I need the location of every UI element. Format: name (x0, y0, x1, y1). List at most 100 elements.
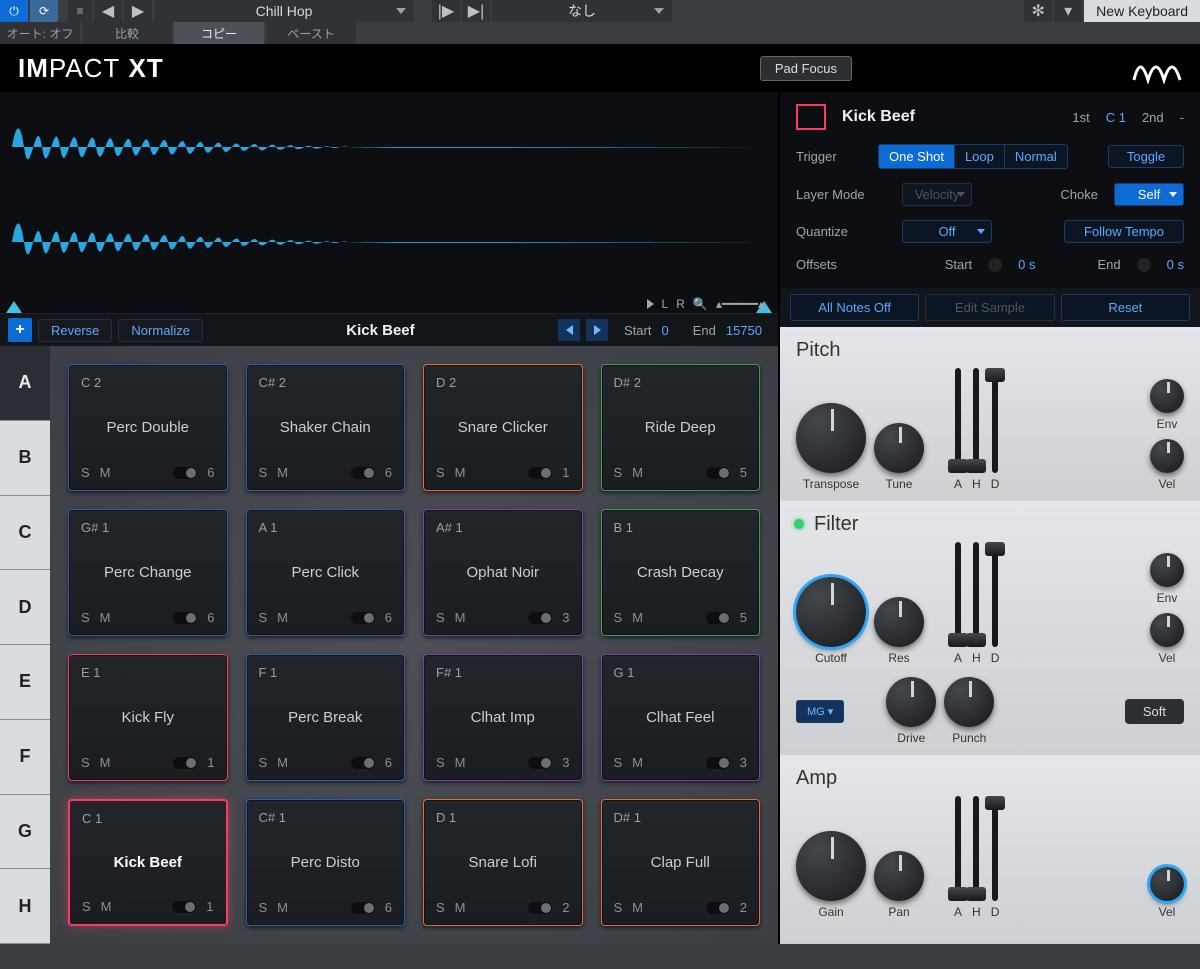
gain-knob[interactable] (796, 831, 866, 901)
bypass-button[interactable]: ⟳ (30, 0, 58, 22)
pad-14[interactable]: D 1Snare LofiSM2 (423, 799, 583, 926)
add-sample-button[interactable]: + (8, 318, 32, 342)
pad-8[interactable]: E 1Kick FlySM1 (68, 654, 228, 781)
trigger-loop[interactable]: Loop (954, 145, 1004, 168)
tab-paste[interactable]: ペースト (266, 22, 356, 44)
pad-solo-button[interactable]: S (614, 900, 623, 915)
pad-mute-button[interactable]: M (632, 755, 643, 770)
pad-toggle[interactable] (706, 757, 730, 769)
preset-name-field[interactable]: Chill Hop (154, 0, 414, 22)
bank-f[interactable]: F (0, 720, 50, 795)
filter-type-dropdown[interactable]: MG ▾ (796, 700, 844, 723)
zoom-icon[interactable]: 🔍 (693, 297, 708, 311)
cutoff-knob[interactable] (796, 577, 866, 647)
prev-preset-icon[interactable]: ◀ (94, 0, 122, 22)
pad-toggle[interactable] (172, 901, 196, 913)
pad-solo-button[interactable]: S (614, 465, 623, 480)
first-note-value[interactable]: C 1 (1106, 110, 1126, 125)
bank-h[interactable]: H (0, 869, 50, 944)
pad-output[interactable]: 6 (385, 755, 392, 770)
pad-solo-button[interactable]: S (259, 755, 268, 770)
skip-start-icon[interactable]: |▶ (432, 0, 460, 22)
pad-toggle[interactable] (706, 612, 730, 624)
pad-output[interactable]: 2 (740, 900, 747, 915)
pad-output[interactable]: 1 (562, 465, 569, 480)
pad-output[interactable]: 5 (740, 610, 747, 625)
pad-toggle[interactable] (173, 612, 197, 624)
power-button[interactable]: ⏻ (0, 0, 28, 22)
pad-mute-button[interactable]: M (100, 755, 111, 770)
tab-compare[interactable]: 比較 (82, 22, 172, 44)
layer-mode-dropdown[interactable]: Velocity (902, 183, 972, 206)
trigger-mode-segment[interactable]: One Shot Loop Normal (878, 144, 1068, 169)
bank-b[interactable]: B (0, 421, 50, 496)
pad-15[interactable]: D# 1Clap FullSM2 (601, 799, 761, 926)
pad-toggle[interactable] (173, 757, 197, 769)
pad-mute-button[interactable]: M (632, 465, 643, 480)
offset-end-knob[interactable] (1137, 258, 1151, 272)
pad-13[interactable]: C# 1Perc DistoSM6 (246, 799, 406, 926)
choke-dropdown[interactable]: Self (1114, 183, 1184, 206)
pad-7[interactable]: B 1Crash DecaySM5 (601, 509, 761, 636)
pad-0[interactable]: C 2Perc DoubleSM6 (68, 364, 228, 491)
start-value[interactable]: 0 (661, 323, 668, 338)
second-note-value[interactable]: - (1180, 110, 1184, 125)
offset-end-value[interactable]: 0 s (1167, 257, 1184, 272)
pad-mute-button[interactable]: M (277, 465, 288, 480)
pad-output[interactable]: 6 (385, 900, 392, 915)
pad-11[interactable]: G 1Clhat FeelSM3 (601, 654, 761, 781)
pad-mute-button[interactable]: M (632, 900, 643, 915)
next-sample-button[interactable] (586, 319, 608, 341)
res-knob[interactable] (874, 597, 924, 647)
pad-1[interactable]: C# 2Shaker ChainSM6 (246, 364, 406, 491)
pad-toggle[interactable] (528, 902, 552, 914)
trigger-normal[interactable]: Normal (1004, 145, 1067, 168)
pad-output[interactable]: 3 (562, 610, 569, 625)
pad-mute-button[interactable]: M (455, 900, 466, 915)
bank-g[interactable]: G (0, 795, 50, 870)
pad-output[interactable]: 6 (385, 465, 392, 480)
follow-tempo-button[interactable]: Follow Tempo (1064, 220, 1184, 243)
pad-mute-button[interactable]: M (455, 465, 466, 480)
pad-solo-button[interactable]: S (81, 465, 90, 480)
pad-2[interactable]: D 2Snare ClickerSM1 (423, 364, 583, 491)
pad-mute-button[interactable]: M (100, 465, 111, 480)
normalize-button[interactable]: Normalize (118, 319, 203, 342)
pad-mute-button[interactable]: M (455, 610, 466, 625)
offset-start-value[interactable]: 0 s (1018, 257, 1035, 272)
pad-toggle[interactable] (706, 902, 730, 914)
all-notes-off-button[interactable]: All Notes Off (790, 294, 919, 321)
pad-solo-button[interactable]: S (259, 465, 268, 480)
prev-sample-button[interactable] (558, 319, 580, 341)
pad-6[interactable]: A# 1Ophat NoirSM3 (423, 509, 583, 636)
pad-toggle[interactable] (173, 467, 197, 479)
pad-output[interactable]: 6 (385, 610, 392, 625)
pad-focus-button[interactable]: Pad Focus (760, 56, 852, 81)
pad-toggle[interactable] (528, 757, 552, 769)
pad-solo-button[interactable]: S (436, 610, 445, 625)
pad-toggle[interactable] (351, 612, 375, 624)
pad-mute-button[interactable]: M (632, 610, 643, 625)
pad-solo-button[interactable]: S (81, 610, 90, 625)
reset-button[interactable]: Reset (1061, 294, 1190, 321)
pad-solo-button[interactable]: S (259, 900, 268, 915)
edit-sample-button[interactable]: Edit Sample (925, 294, 1054, 321)
pad-mute-button[interactable]: M (101, 899, 112, 914)
pad-4[interactable]: G# 1Perc ChangeSM6 (68, 509, 228, 636)
pad-mute-button[interactable]: M (277, 755, 288, 770)
ab-compare-field[interactable]: なし (492, 0, 672, 22)
next-preset-icon[interactable]: ▶ (124, 0, 152, 22)
filter-env-knob[interactable] (1150, 553, 1184, 587)
new-keyboard-button[interactable]: New Keyboard (1084, 0, 1200, 22)
bank-d[interactable]: D (0, 570, 50, 645)
pad-output[interactable]: 3 (562, 755, 569, 770)
pad-solo-button[interactable]: S (436, 465, 445, 480)
quantize-dropdown[interactable]: Off (902, 220, 992, 243)
pad-mute-button[interactable]: M (277, 900, 288, 915)
pad-solo-button[interactable]: S (614, 610, 623, 625)
pad-output[interactable]: 2 (562, 900, 569, 915)
pad-solo-button[interactable]: S (436, 755, 445, 770)
pad-output[interactable]: 6 (207, 610, 214, 625)
menu-icon[interactable]: ≡ (68, 0, 92, 22)
offset-start-knob[interactable] (988, 258, 1002, 272)
